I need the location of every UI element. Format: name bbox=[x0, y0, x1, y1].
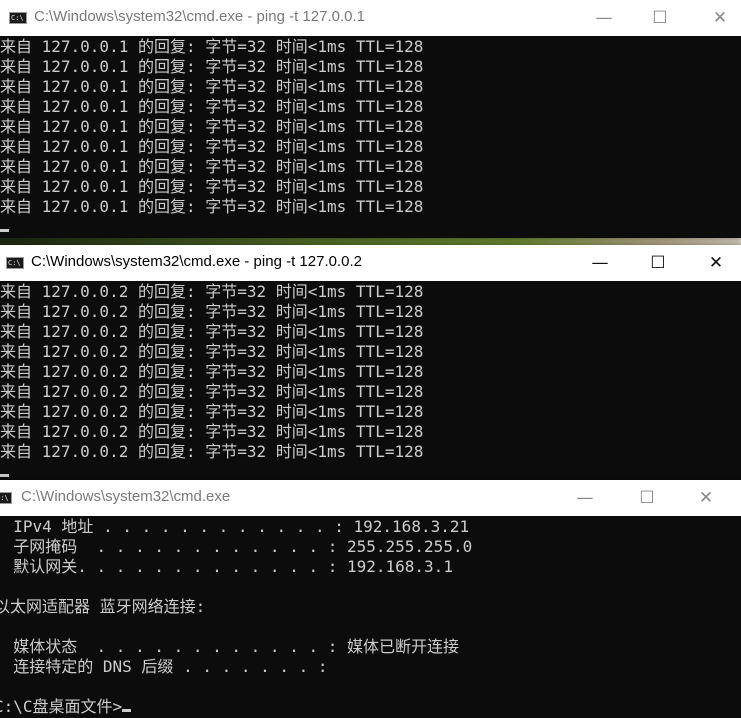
minimize-icon: — bbox=[576, 488, 594, 508]
maximize-icon: ☐ bbox=[639, 488, 655, 508]
console-line: 来自 127.0.0.1 的回复: 字节=32 时间<1ms TTL=128 bbox=[0, 37, 424, 56]
maximize-button[interactable]: ☐ bbox=[637, 0, 683, 36]
text-cursor bbox=[0, 474, 9, 477]
console-line: 默认网关. . . . . . . . . . . . . : 192.168.… bbox=[0, 557, 453, 576]
maximize-button[interactable]: ☐ bbox=[635, 245, 681, 281]
console-line: 来自 127.0.0.2 的回复: 字节=32 时间<1ms TTL=128 bbox=[0, 422, 424, 441]
close-icon: ✕ bbox=[708, 253, 724, 273]
window-title: C:\Windows\system32\cmd.exe bbox=[21, 488, 231, 505]
console-line: 来自 127.0.0.1 的回复: 字节=32 时间<1ms TTL=128 bbox=[0, 97, 424, 116]
console-output[interactable]: 来自 127.0.0.2 的回复: 字节=32 时间<1ms TTL=128 来自… bbox=[0, 282, 741, 483]
prompt-line[interactable] bbox=[0, 462, 741, 482]
console-line: 来自 127.0.0.1 的回复: 字节=32 时间<1ms TTL=128 bbox=[0, 57, 424, 76]
console-line: 连接特定的 DNS 后缀 . . . . . . . : bbox=[0, 657, 328, 676]
minimize-icon: — bbox=[595, 8, 613, 28]
maximize-button[interactable]: ☐ bbox=[624, 480, 670, 516]
cmd-window-ping-127-0-0-1[interactable]: C:\ C:\Windows\system32\cmd.exe - ping -… bbox=[0, 0, 741, 238]
console-line: 来自 127.0.0.2 的回复: 字节=32 时间<1ms TTL=128 bbox=[0, 402, 424, 421]
console-line: 媒体状态 . . . . . . . . . . . . : 媒体已断开连接 bbox=[0, 637, 459, 656]
title-bar[interactable]: C:\ C:\Windows\system32\cmd.exe - ping -… bbox=[0, 245, 741, 281]
cmd-app-icon[interactable]: C:\ bbox=[0, 492, 12, 504]
console-line: 来自 127.0.0.2 的回复: 字节=32 时间<1ms TTL=128 bbox=[0, 382, 424, 401]
close-button[interactable]: ✕ bbox=[683, 480, 729, 516]
text-cursor bbox=[0, 229, 9, 232]
cmd-app-icon[interactable]: C:\ bbox=[9, 12, 27, 24]
console-line: 来自 127.0.0.1 的回复: 字节=32 时间<1ms TTL=128 bbox=[0, 157, 424, 176]
console-line: 来自 127.0.0.1 的回复: 字节=32 时间<1ms TTL=128 bbox=[0, 197, 424, 216]
maximize-icon: ☐ bbox=[650, 253, 666, 273]
cmd-app-icon[interactable]: C:\ bbox=[6, 257, 24, 269]
console-line: 来自 127.0.0.2 的回复: 字节=32 时间<1ms TTL=128 bbox=[0, 282, 424, 301]
console-line: 子网掩码 . . . . . . . . . . . . : 255.255.2… bbox=[0, 537, 473, 556]
console-line: 来自 127.0.0.1 的回复: 字节=32 时间<1ms TTL=128 bbox=[0, 117, 424, 136]
close-button[interactable]: ✕ bbox=[693, 245, 739, 281]
console-line: 来自 127.0.0.2 的回复: 字节=32 时间<1ms TTL=128 bbox=[0, 342, 424, 361]
close-icon: ✕ bbox=[712, 8, 728, 28]
text-cursor bbox=[122, 709, 132, 712]
minimize-button[interactable]: — bbox=[562, 480, 608, 516]
console-line: IPv4 地址 . . . . . . . . . . . . : 192.16… bbox=[0, 517, 470, 536]
console-line: 来自 127.0.0.2 的回复: 字节=32 时间<1ms TTL=128 bbox=[0, 362, 424, 381]
minimize-button[interactable]: — bbox=[577, 245, 623, 281]
console-line: 以太网适配器 蓝牙网络连接: bbox=[0, 597, 206, 616]
console-line: 来自 127.0.0.1 的回复: 字节=32 时间<1ms TTL=128 bbox=[0, 77, 424, 96]
close-icon: ✕ bbox=[698, 488, 714, 508]
minimize-icon: — bbox=[591, 253, 609, 273]
console-line: 来自 127.0.0.1 的回复: 字节=32 时间<1ms TTL=128 bbox=[0, 137, 424, 156]
prompt-line[interactable] bbox=[0, 217, 741, 237]
prompt-line[interactable]: C:\C盘桌面文件> bbox=[0, 697, 741, 717]
cmd-window-ipconfig[interactable]: C:\ C:\Windows\system32\cmd.exe — ☐ ✕ IP… bbox=[0, 480, 741, 718]
cmd-window-ping-127-0-0-2[interactable]: C:\ C:\Windows\system32\cmd.exe - ping -… bbox=[0, 245, 741, 483]
minimize-button[interactable]: — bbox=[581, 0, 627, 36]
console-line: 来自 127.0.0.1 的回复: 字节=32 时间<1ms TTL=128 bbox=[0, 177, 424, 196]
console-line: 来自 127.0.0.2 的回复: 字节=32 时间<1ms TTL=128 bbox=[0, 322, 424, 341]
title-bar[interactable]: C:\ C:\Windows\system32\cmd.exe - ping -… bbox=[0, 0, 741, 36]
close-button[interactable]: ✕ bbox=[697, 0, 741, 36]
window-title: C:\Windows\system32\cmd.exe - ping -t 12… bbox=[34, 8, 365, 25]
maximize-icon: ☐ bbox=[652, 8, 668, 28]
title-bar[interactable]: C:\ C:\Windows\system32\cmd.exe — ☐ ✕ bbox=[0, 480, 741, 516]
window-title: C:\Windows\system32\cmd.exe - ping -t 12… bbox=[31, 253, 362, 270]
console-output[interactable]: 来自 127.0.0.1 的回复: 字节=32 时间<1ms TTL=128 来自… bbox=[0, 37, 741, 238]
console-line: 来自 127.0.0.2 的回复: 字节=32 时间<1ms TTL=128 bbox=[0, 302, 424, 321]
command-prompt: C:\C盘桌面文件> bbox=[0, 697, 123, 716]
console-output[interactable]: IPv4 地址 . . . . . . . . . . . . : 192.16… bbox=[0, 517, 741, 718]
console-line: 来自 127.0.0.2 的回复: 字节=32 时间<1ms TTL=128 bbox=[0, 442, 424, 461]
